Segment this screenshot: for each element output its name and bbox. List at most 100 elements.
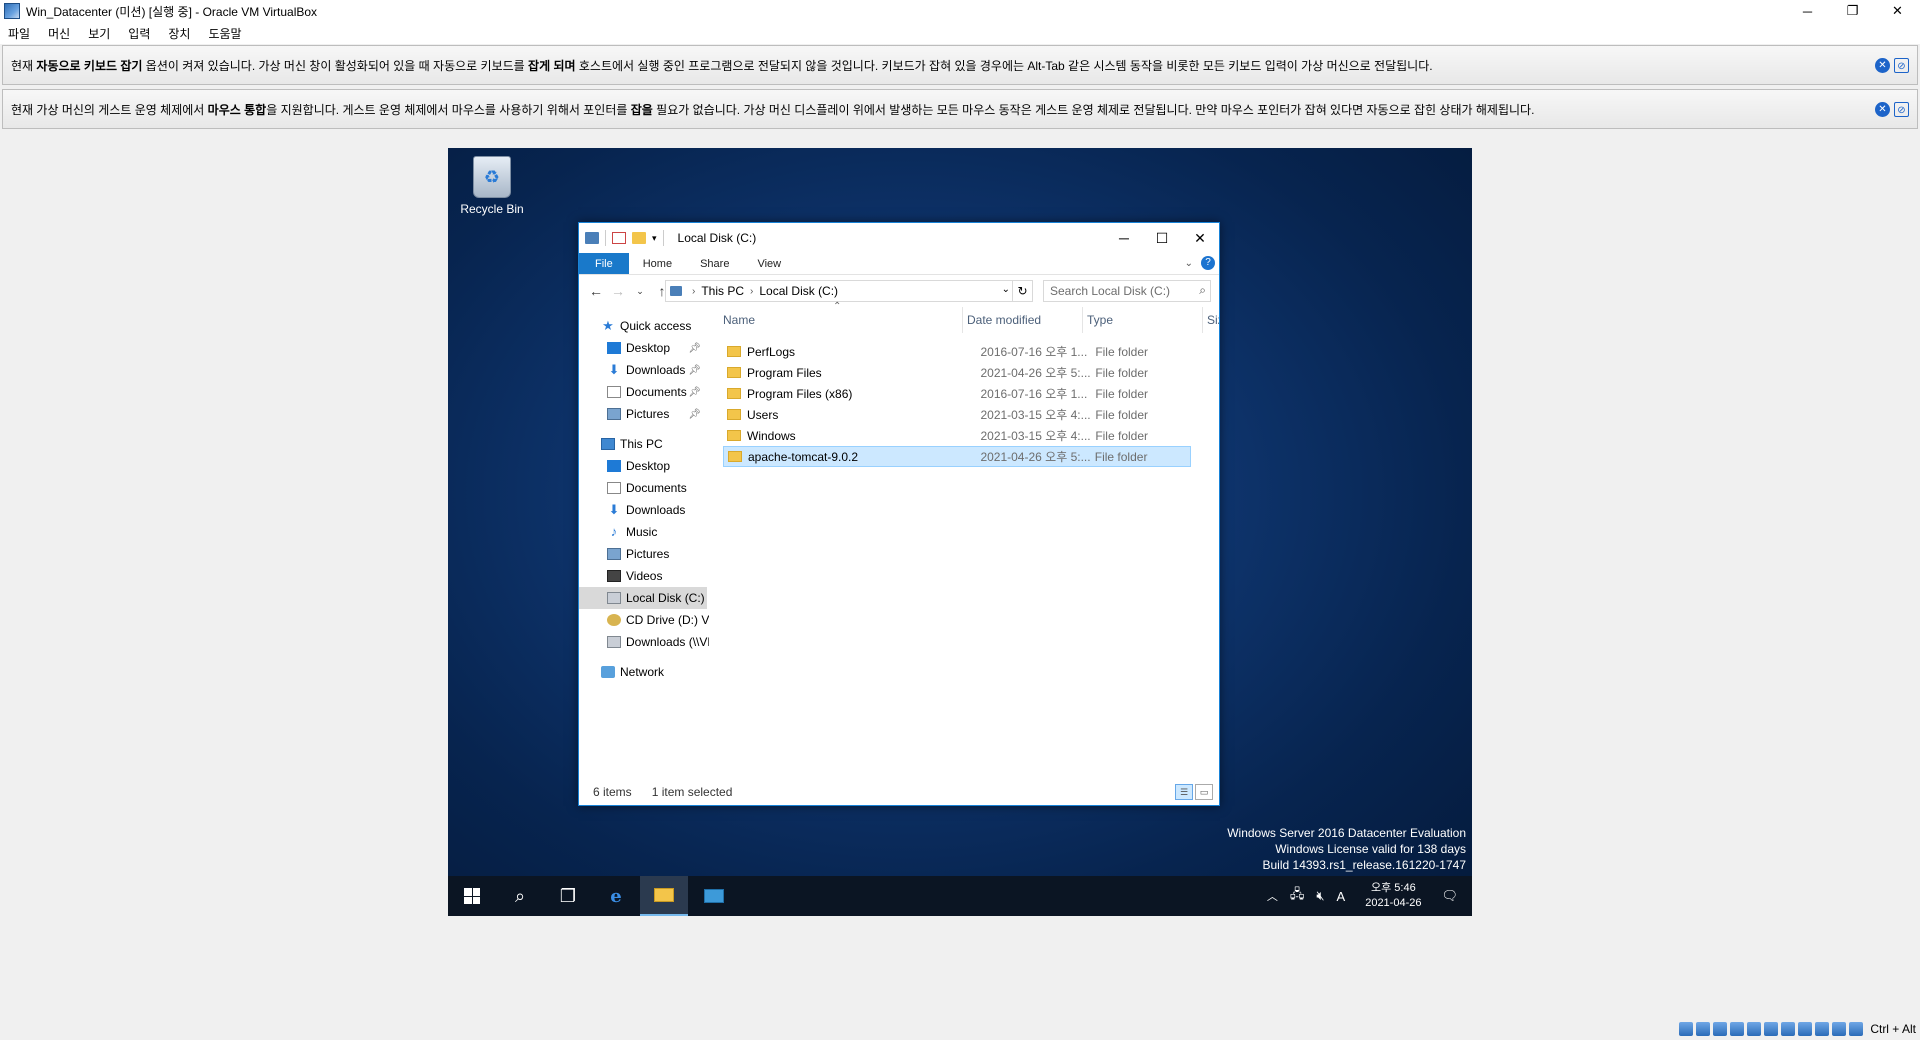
- window-title: Win_Datacenter (미션) [실행 중] - Oracle VM V…: [26, 4, 318, 19]
- internet-explorer-icon[interactable]: e: [592, 876, 640, 916]
- new-folder-icon[interactable]: [632, 232, 646, 244]
- file-row[interactable]: Users 2021-03-15 오후 4:... File folder: [723, 404, 1191, 425]
- address-bar[interactable]: › This PC › Local Disk (C:) ⌄ ↻: [665, 280, 1033, 302]
- properties-icon[interactable]: [612, 232, 626, 244]
- minimize-icon[interactable]: ─: [1105, 223, 1143, 253]
- nav-this-pc[interactable]: This PC: [579, 433, 707, 455]
- file-row[interactable]: PerfLogs 2016-07-16 오후 1... File folder: [723, 341, 1191, 362]
- task-view-icon[interactable]: ❐: [544, 876, 592, 916]
- nav-qa-desktop[interactable]: Desktop 📌︎: [579, 337, 707, 359]
- usb-status-icon[interactable]: [1747, 1022, 1762, 1036]
- nav-pc-cd-drive[interactable]: CD Drive (D:) Virtua: [579, 609, 709, 631]
- nav-pc-videos[interactable]: Videos: [579, 565, 707, 587]
- quick-access-toolbar: ▾: [585, 230, 664, 246]
- file-row[interactable]: Program Files (x86) 2016-07-16 오후 1... F…: [723, 383, 1191, 404]
- restore-icon[interactable]: ❐: [1830, 0, 1875, 22]
- desktop-recycle-bin[interactable]: Recycle Bin: [454, 156, 530, 216]
- forward-arrow-icon[interactable]: →: [607, 283, 629, 299]
- menu-input[interactable]: 입력: [128, 25, 150, 42]
- menu-view[interactable]: 보기: [88, 25, 110, 42]
- file-explorer-taskbar-icon[interactable]: [640, 876, 688, 916]
- search-box[interactable]: ⌕: [1043, 280, 1211, 302]
- nav-pc-pictures[interactable]: Pictures: [579, 543, 707, 565]
- nav-quick-access[interactable]: ★ Quick access: [579, 315, 707, 337]
- display-status-icon[interactable]: [1781, 1022, 1796, 1036]
- nav-network[interactable]: Network: [579, 661, 707, 683]
- column-header-date-modified[interactable]: Date modified: [963, 307, 1083, 333]
- nav-pc-network-share[interactable]: Downloads (\\VBox: [579, 631, 709, 653]
- nav-pc-local-disk[interactable]: Local Disk (C:): [579, 587, 707, 609]
- nav-qa-downloads[interactable]: ⬇ Downloads 📌︎: [579, 359, 707, 381]
- recording-status-icon[interactable]: [1798, 1022, 1813, 1036]
- folder-icon: [728, 451, 742, 462]
- search-icon[interactable]: ⌕: [496, 876, 544, 916]
- desktop-icon: [607, 460, 621, 472]
- file-row[interactable]: Windows 2021-03-15 오후 4:... File folder: [723, 425, 1191, 446]
- back-arrow-icon[interactable]: ←: [585, 283, 607, 299]
- file-list: ⌃ Name Date modified Type Size PerfLogs …: [719, 301, 1219, 777]
- mouse-integration-notice: 현재 가상 머신의 게스트 운영 체제에서 마우스 통합을 지원합니다. 게스트…: [2, 89, 1918, 129]
- maximize-icon[interactable]: ☐: [1143, 223, 1181, 253]
- optical-drive-status-icon[interactable]: [1696, 1022, 1711, 1036]
- column-header-size[interactable]: Size: [1203, 307, 1219, 333]
- drive-icon: [585, 232, 599, 244]
- nav-pc-desktop[interactable]: Desktop: [579, 455, 707, 477]
- network-status-icon[interactable]: 🖧︎: [1290, 885, 1305, 907]
- ribbon-tabs: File Home Share View ⌄ ?: [579, 253, 1219, 275]
- nav-pc-documents[interactable]: Documents: [579, 477, 707, 499]
- hard-disk-status-icon[interactable]: [1679, 1022, 1694, 1036]
- dont-show-again-icon[interactable]: ⊘: [1894, 58, 1909, 73]
- action-center-icon[interactable]: 🗨︎: [1441, 888, 1458, 904]
- search-input[interactable]: [1050, 284, 1190, 298]
- chevron-down-icon[interactable]: ▾: [652, 233, 657, 244]
- nav-pc-downloads[interactable]: ⬇ Downloads: [579, 499, 707, 521]
- nav-qa-documents[interactable]: Documents 📌︎: [579, 381, 707, 403]
- search-icon[interactable]: ⌕: [1199, 283, 1206, 298]
- tab-view[interactable]: View: [743, 253, 795, 274]
- input-method-indicator[interactable]: A: [1337, 889, 1346, 904]
- details-view-icon[interactable]: ☰: [1175, 784, 1193, 800]
- tab-file[interactable]: File: [579, 253, 629, 274]
- recycle-bin-label: Recycle Bin: [460, 202, 524, 216]
- folder-icon: [727, 367, 741, 378]
- vm-display[interactable]: Recycle Bin ▾ Local Disk (C:) ─ ☐ ✕ File…: [448, 148, 1472, 916]
- close-notice-icon[interactable]: ✕: [1875, 102, 1890, 117]
- close-icon[interactable]: ✕: [1181, 223, 1219, 253]
- shared-folders-status-icon[interactable]: [1764, 1022, 1779, 1036]
- mouse-integration-status-icon[interactable]: [1832, 1022, 1847, 1036]
- clock[interactable]: 오후 5:46 2021-04-26: [1365, 881, 1421, 911]
- dont-show-again-icon[interactable]: ⊘: [1894, 102, 1909, 117]
- navigation-bar: ← → ⌄ ↑ › This PC › Local Disk (C:) ⌄ ↻ …: [579, 275, 1219, 307]
- column-header-type[interactable]: Type: [1083, 307, 1203, 333]
- minimize-icon[interactable]: ─: [1785, 0, 1830, 22]
- keyboard-capture-status-icon[interactable]: [1849, 1022, 1864, 1036]
- menu-devices[interactable]: 장치: [168, 25, 190, 42]
- expand-ribbon-icon[interactable]: ⌄: [1185, 258, 1193, 269]
- menu-file[interactable]: 파일: [8, 25, 30, 42]
- help-icon[interactable]: ?: [1201, 256, 1215, 270]
- vt-x-status-icon[interactable]: [1815, 1022, 1830, 1036]
- breadcrumb-this-pc[interactable]: This PC: [701, 284, 744, 298]
- nav-qa-pictures[interactable]: Pictures 📌︎: [579, 403, 707, 425]
- tab-share[interactable]: Share: [686, 253, 743, 274]
- server-manager-icon[interactable]: [690, 876, 738, 916]
- close-icon[interactable]: ✕: [1875, 0, 1920, 22]
- network-status-icon[interactable]: [1730, 1022, 1745, 1036]
- file-row[interactable]: Program Files 2021-04-26 오후 5:... File f…: [723, 362, 1191, 383]
- breadcrumb-local-disk[interactable]: Local Disk (C:): [759, 284, 838, 298]
- tab-home[interactable]: Home: [629, 253, 686, 274]
- chevron-down-icon[interactable]: ⌄: [1002, 284, 1010, 295]
- start-button[interactable]: [448, 876, 496, 916]
- column-header-name[interactable]: Name: [719, 307, 963, 333]
- large-icons-view-icon[interactable]: ▭: [1195, 784, 1213, 800]
- menu-help[interactable]: 도움말: [208, 25, 241, 42]
- refresh-icon[interactable]: ↻: [1012, 281, 1032, 301]
- chevron-up-icon[interactable]: ︿: [1267, 888, 1278, 904]
- audio-status-icon[interactable]: [1713, 1022, 1728, 1036]
- close-notice-icon[interactable]: ✕: [1875, 58, 1890, 73]
- recent-locations-icon[interactable]: ⌄: [629, 286, 651, 297]
- volume-muted-icon[interactable]: 🔇︎: [1316, 888, 1324, 904]
- file-row-selected[interactable]: apache-tomcat-9.0.2 2021-04-26 오후 5:... …: [723, 446, 1191, 467]
- menu-machine[interactable]: 머신: [48, 25, 70, 42]
- nav-pc-music[interactable]: ♪ Music: [579, 521, 707, 543]
